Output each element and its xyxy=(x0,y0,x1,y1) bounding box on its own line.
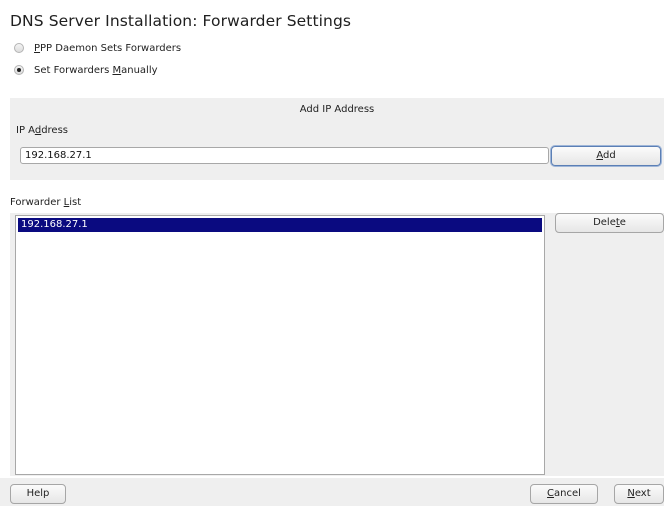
cancel-button[interactable]: Cancel xyxy=(530,484,598,504)
forwarder-list-area: 192.168.27.1 Delete xyxy=(10,213,664,476)
add-ip-panel-title: Add IP Address xyxy=(299,104,375,115)
delete-button[interactable]: Delete xyxy=(555,213,664,233)
ip-address-label: IP Address xyxy=(16,125,68,136)
button-bar: Help Cancel Next xyxy=(0,478,664,506)
forwarder-list[interactable]: 192.168.27.1 xyxy=(15,215,545,475)
radio-button-unchecked[interactable] xyxy=(14,43,24,53)
dialog-title: DNS Server Installation: Forwarder Setti… xyxy=(10,12,352,30)
forwarder-list-label: Forwarder List xyxy=(10,197,82,208)
radio-button-checked[interactable] xyxy=(14,65,24,75)
add-ip-panel: Add IP Address IP Address 192.168.27.1 A… xyxy=(10,98,664,180)
ip-address-input[interactable]: 192.168.27.1 xyxy=(20,147,549,164)
add-button[interactable]: Add xyxy=(551,146,661,166)
help-button[interactable]: Help xyxy=(10,484,66,504)
list-item[interactable]: 192.168.27.1 xyxy=(18,218,542,232)
radio-label-manual: Set Forwarders Manually xyxy=(34,64,158,76)
radio-set-manually[interactable]: Set Forwarders Manually xyxy=(14,62,158,78)
radio-ppp-daemon[interactable]: PPP Daemon Sets Forwarders xyxy=(14,40,181,56)
next-button[interactable]: Next xyxy=(614,484,664,504)
radio-label-ppp: PPP Daemon Sets Forwarders xyxy=(34,42,182,54)
